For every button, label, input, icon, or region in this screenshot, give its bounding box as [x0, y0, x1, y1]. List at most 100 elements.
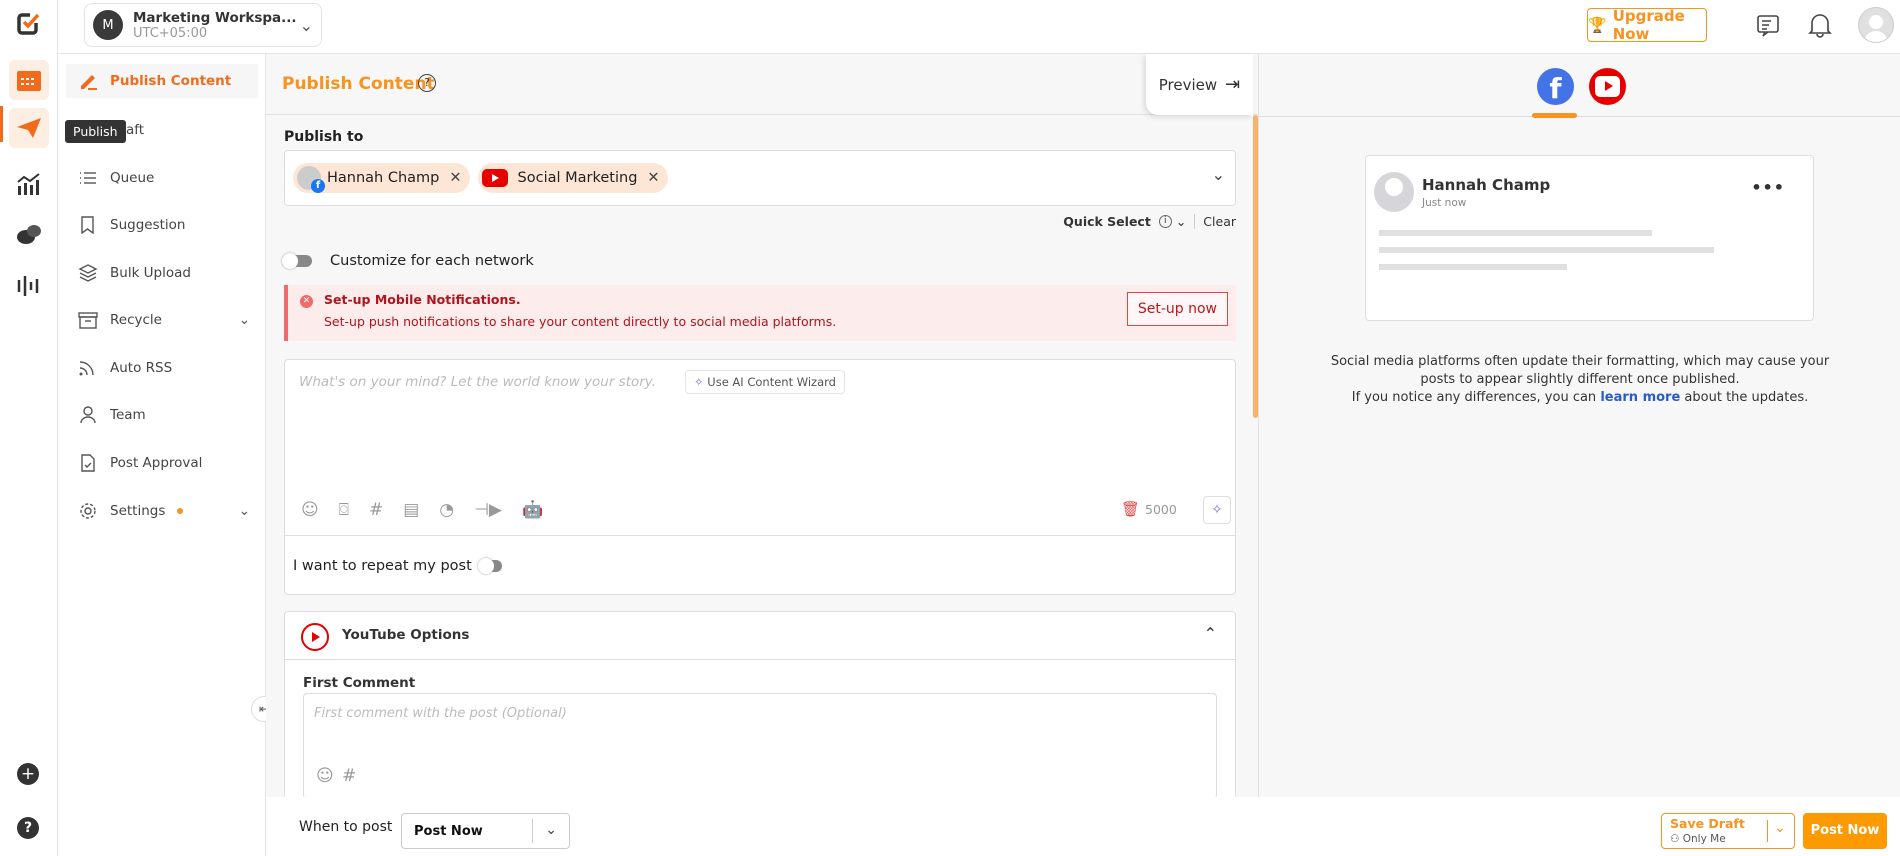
sidebar-item-recycle[interactable]: Recycle ⌄	[66, 303, 258, 337]
magic-wand-button[interactable]: ✧	[1203, 496, 1231, 524]
account-chip-youtube: Social Marketing ✕	[477, 163, 668, 193]
workspace-avatar: M	[93, 10, 123, 40]
repeat-post-toggle[interactable]	[477, 558, 502, 574]
notice-line: posts to appear slightly different once …	[1420, 372, 1740, 387]
help-icon[interactable]: ?	[17, 817, 39, 839]
more-options-icon[interactable]: •••	[1751, 178, 1785, 197]
sidebar-item-auto-rss[interactable]: Auto RSS	[66, 351, 258, 385]
mobile-notification-alert: ✕ Set-up Mobile Notifications. Set-up pu…	[284, 285, 1236, 341]
add-icon[interactable]: +	[17, 763, 39, 785]
account-name: Social Marketing	[517, 170, 638, 186]
plugin-connector-icon[interactable]: ⊣▶	[474, 500, 502, 520]
youtube-options-header[interactable]: YouTube Options ⌃	[285, 612, 1235, 660]
preview-panel: f Hannah Champ Just now ••• Social media…	[1258, 54, 1900, 797]
hashtag-icon[interactable]: #	[342, 766, 356, 786]
account-name: Hannah Champ	[327, 170, 440, 186]
preview-label: Preview	[1158, 75, 1218, 94]
upgrade-now-button[interactable]: 🏆 Upgrade Now	[1587, 7, 1707, 43]
pie-chart-icon[interactable]: ◔	[439, 500, 454, 520]
notification-dot	[177, 508, 184, 514]
active-indicator	[0, 106, 3, 142]
sidebar-item-suggestion[interactable]: Suggestion	[66, 208, 258, 242]
rss-icon	[79, 361, 94, 376]
inbox-chat-icon[interactable]	[9, 215, 49, 255]
document-icon[interactable]: ▤	[403, 500, 419, 520]
facebook-preview-tab[interactable]: f	[1537, 68, 1574, 105]
info-icon: i	[1158, 215, 1172, 228]
active-tab-underline	[1532, 113, 1577, 118]
notice-line: If you notice any differences, you can	[1351, 390, 1597, 405]
when-to-post-select[interactable]: Post Now ⌄	[401, 813, 570, 849]
publish-paper-plane-icon[interactable]	[9, 108, 49, 148]
user-avatar[interactable]	[1858, 7, 1894, 43]
first-comment-placeholder: First comment with the post (Optional)	[314, 706, 567, 721]
publish-sidebar: Publish Content Draft Queue Suggestion B…	[58, 54, 266, 856]
chevron-down-icon: ⌄	[238, 312, 250, 328]
sidebar-label: Suggestion	[110, 217, 186, 233]
account-selector[interactable]: f Hannah Champ ✕ Social Marketing ✕ ⌄	[284, 150, 1236, 206]
help-circle-icon[interactable]: ?	[418, 74, 436, 92]
sidebar-item-publish-content[interactable]: Publish Content	[66, 64, 258, 98]
youtube-options-title: YouTube Options	[342, 627, 470, 643]
listening-waveform-icon[interactable]	[9, 266, 49, 306]
youtube-options-panel: YouTube Options ⌃ First Comment First co…	[284, 611, 1236, 801]
chevron-down-icon[interactable]: ⌄	[1767, 820, 1786, 842]
sidebar-label: Settings	[110, 503, 166, 519]
customize-toggle[interactable]	[282, 253, 312, 269]
arrow-to-right-icon: ⇥	[1225, 74, 1241, 95]
sidebar-item-post-approval[interactable]: Post Approval	[66, 446, 258, 480]
youtube-icon	[301, 623, 329, 651]
publish-main-panel: Publish Content ? Preview ⇥ Publish to f …	[266, 54, 1258, 801]
bookmark-icon	[81, 216, 94, 234]
sidebar-label: Bulk Upload	[110, 265, 191, 281]
gear-icon	[80, 503, 96, 519]
app-logo-icon[interactable]	[9, 3, 49, 43]
emoji-icon[interactable]: ☺	[301, 500, 319, 520]
icon-rail: + ?	[0, 0, 58, 856]
sidebar-label: Recycle	[110, 312, 162, 328]
archive-icon	[78, 312, 98, 329]
set-up-now-button[interactable]: Set-up now	[1126, 292, 1228, 326]
first-comment-input[interactable]: First comment with the post (Optional) ☺…	[303, 693, 1217, 799]
feedback-icon[interactable]	[1756, 12, 1782, 42]
quick-select-button[interactable]: Quick Select	[1063, 214, 1151, 229]
facebook-post-preview: Hannah Champ Just now •••	[1365, 155, 1814, 321]
sidebar-item-settings[interactable]: Settings ⌄	[66, 494, 258, 528]
sidebar-item-bulk-upload[interactable]: Bulk Upload	[66, 256, 258, 290]
remove-account-icon[interactable]: ✕	[647, 170, 659, 186]
remove-account-icon[interactable]: ✕	[449, 170, 461, 186]
emoji-icon[interactable]: ☺	[316, 766, 334, 786]
save-draft-button[interactable]: Save Draft ⚇ Only Me ⌄	[1661, 813, 1795, 849]
publish-to-label: Publish to	[284, 129, 364, 145]
trash-icon[interactable]: 🗑	[1121, 500, 1140, 518]
clear-button[interactable]: Clear	[1194, 214, 1236, 229]
workspace-timezone: UTC+05:00	[133, 25, 208, 41]
preview-timestamp: Just now	[1422, 197, 1467, 209]
preview-toggle-button[interactable]: Preview ⇥	[1146, 54, 1253, 115]
page-title: Publish Content	[282, 74, 435, 94]
ai-content-wizard-button[interactable]: ✧ Use AI Content Wizard	[685, 370, 845, 394]
visibility-label: Only Me	[1682, 833, 1726, 845]
workspace-selector[interactable]: M Marketing Workspa... UTC+05:00 ⌄	[84, 3, 322, 47]
calendar-icon[interactable]	[9, 60, 49, 100]
chevron-down-icon: ⌄	[299, 15, 313, 35]
learn-more-link[interactable]: learn more	[1600, 390, 1680, 405]
repeat-post-label: I want to repeat my post	[293, 558, 472, 574]
magic-wand-icon: ✧	[694, 375, 704, 389]
notifications-bell-icon[interactable]	[1808, 12, 1832, 42]
post-text-input[interactable]: What's on your mind? Let the world know …	[299, 374, 656, 390]
youtube-preview-tab[interactable]	[1589, 68, 1626, 105]
hashtag-icon[interactable]: #	[369, 500, 383, 520]
analytics-icon[interactable]	[9, 164, 49, 204]
ai-robot-icon[interactable]: 🤖	[522, 500, 543, 520]
sidebar-label: Auto RSS	[110, 360, 173, 376]
alert-title: Set-up Mobile Notifications.	[324, 292, 521, 307]
sidebar-item-team[interactable]: Team	[66, 398, 258, 432]
account-chip-facebook: f Hannah Champ ✕	[293, 163, 470, 193]
upgrade-label: Upgrade Now	[1612, 7, 1685, 43]
character-count: 5000	[1145, 502, 1177, 517]
camera-icon[interactable]: ⌼	[339, 500, 349, 520]
sidebar-item-queue[interactable]: Queue	[66, 161, 258, 195]
chevron-up-icon[interactable]: ⌃	[1204, 624, 1217, 643]
post-now-button[interactable]: Post Now	[1803, 813, 1887, 849]
